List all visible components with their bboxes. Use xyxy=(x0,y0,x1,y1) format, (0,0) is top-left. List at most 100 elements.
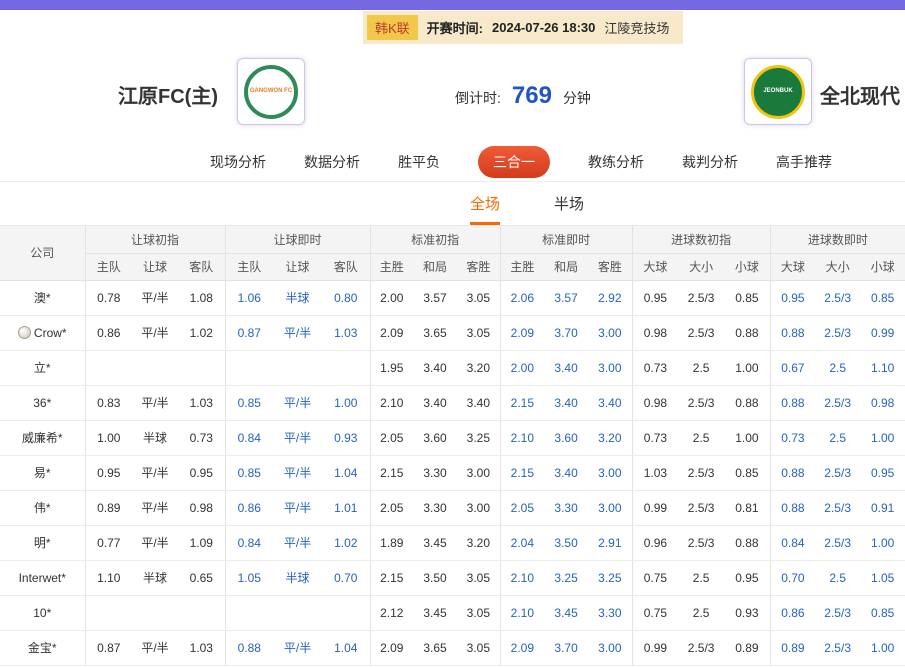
odds-cell: 2.10 xyxy=(500,595,544,630)
odds-cell: 3.30 xyxy=(588,595,632,630)
countdown: 倒计时: 769 分钟 xyxy=(455,84,591,112)
odds-cell xyxy=(132,595,178,630)
odds-cell: 0.95 xyxy=(632,280,678,315)
league-badge[interactable]: 韩K联 xyxy=(367,15,418,40)
table-row: 易*0.95平/半0.950.85平/半1.042.153.303.002.15… xyxy=(0,455,905,490)
odds-cell: 0.84 xyxy=(225,525,273,560)
odds-cell: 0.86 xyxy=(85,315,132,350)
nav-item-expert-recommendation[interactable]: 高手推荐 xyxy=(776,152,832,172)
odds-cell: 0.93 xyxy=(322,420,370,455)
odds-cell: 3.40 xyxy=(413,350,457,385)
odds-cell: 2.00 xyxy=(370,280,413,315)
nav-item-win-draw-lose[interactable]: 胜平负 xyxy=(398,152,440,172)
odds-cell: 0.98 xyxy=(632,385,678,420)
group-header-goals-initial: 进球数初指 xyxy=(632,226,770,253)
odds-cell: 3.20 xyxy=(457,525,500,560)
odds-cell: 0.89 xyxy=(724,630,770,665)
odds-cell: 平/半 xyxy=(132,630,178,665)
company-cell: 威廉希* xyxy=(0,420,85,455)
odds-cell: 0.85 xyxy=(724,280,770,315)
col-header: 和局 xyxy=(544,253,588,280)
odds-cell: 2.5/3 xyxy=(678,490,724,525)
odds-cell: 2.04 xyxy=(500,525,544,560)
table-row: 明*0.77平/半1.090.84平/半1.021.893.453.202.04… xyxy=(0,525,905,560)
odds-cell: 1.00 xyxy=(724,420,770,455)
odds-cell: 3.40 xyxy=(413,385,457,420)
group-header-goals-live: 进球数即时 xyxy=(770,226,905,253)
odds-cell: 0.87 xyxy=(85,630,132,665)
odds-cell: 3.30 xyxy=(413,490,457,525)
company-cell: 伟* xyxy=(0,490,85,525)
company-cell: 10* xyxy=(0,595,85,630)
odds-cell: 3.00 xyxy=(588,455,632,490)
odds-cell: 3.65 xyxy=(413,630,457,665)
away-team-name: 全北现代 xyxy=(820,80,900,109)
odds-cell: 0.70 xyxy=(770,560,815,595)
nav-item-referee-analysis[interactable]: 裁判分析 xyxy=(682,152,738,172)
company-column-header: 公司 xyxy=(0,226,85,280)
odds-cell: 2.05 xyxy=(370,490,413,525)
main-nav: 现场分析 数据分析 胜平负 三合一 教练分析 裁判分析 高手推荐 xyxy=(0,142,905,182)
col-header: 让球 xyxy=(273,253,322,280)
odds-cell: 0.81 xyxy=(724,490,770,525)
countdown-value: 769 xyxy=(506,82,558,110)
countdown-unit: 分钟 xyxy=(563,88,591,108)
col-header: 主胜 xyxy=(500,253,544,280)
col-header: 主胜 xyxy=(370,253,413,280)
odds-cell xyxy=(132,350,178,385)
table-row: 立*1.953.403.202.003.403.000.732.51.000.6… xyxy=(0,350,905,385)
nav-item-live-analysis[interactable]: 现场分析 xyxy=(210,152,266,172)
odds-cell: 1.00 xyxy=(322,385,370,420)
odds-cell: 1.03 xyxy=(178,630,225,665)
odds-cell: 0.98 xyxy=(860,385,905,420)
col-header: 和局 xyxy=(413,253,457,280)
table-row: 威廉希*1.00半球0.730.84平/半0.932.053.603.252.1… xyxy=(0,420,905,455)
nav-item-data-analysis[interactable]: 数据分析 xyxy=(304,152,360,172)
odds-cell xyxy=(178,350,225,385)
odds-cell: 3.00 xyxy=(588,630,632,665)
odds-cell: 2.15 xyxy=(500,455,544,490)
odds-cell: 2.5/3 xyxy=(815,315,860,350)
company-cell: 澳* xyxy=(0,280,85,315)
nav-item-coach-analysis[interactable]: 教练分析 xyxy=(588,152,644,172)
page: 韩K联 开赛时间: 2024-07-26 18:30 江陵竞技场 江原FC(主)… xyxy=(0,0,905,666)
odds-cell: 0.88 xyxy=(724,525,770,560)
sub-header-row: 主队 让球 客队 主队 让球 客队 主胜 和局 客胜 主胜 和局 客胜 大球 大… xyxy=(0,253,905,280)
odds-cell: 0.67 xyxy=(770,350,815,385)
odds-cell: 2.09 xyxy=(500,630,544,665)
odds-cell: 0.95 xyxy=(860,455,905,490)
odds-cell: 0.91 xyxy=(860,490,905,525)
odds-cell: 2.15 xyxy=(500,385,544,420)
odds-cell: 3.57 xyxy=(413,280,457,315)
odds-cell: 0.65 xyxy=(178,560,225,595)
odds-cell: 1.00 xyxy=(85,420,132,455)
odds-cell: 2.5/3 xyxy=(815,455,860,490)
odds-cell: 2.5/3 xyxy=(678,630,724,665)
odds-cell: 2.5 xyxy=(815,420,860,455)
odds-cell: 0.85 xyxy=(724,455,770,490)
odds-cell: 1.89 xyxy=(370,525,413,560)
odds-cell: 0.84 xyxy=(770,525,815,560)
odds-cell: 3.00 xyxy=(588,315,632,350)
odds-cell: 半球 xyxy=(273,560,322,595)
match-info-bar: 韩K联 开赛时间: 2024-07-26 18:30 江陵竞技场 xyxy=(363,11,683,44)
match-header: 江原FC(主) GANGWON FC 倒计时: 769 分钟 JEONBUK 全… xyxy=(0,44,905,142)
away-team-logo: JEONBUK xyxy=(744,58,812,125)
odds-cell: 3.45 xyxy=(544,595,588,630)
odds-cell: 0.73 xyxy=(632,350,678,385)
odds-cell: 0.85 xyxy=(860,595,905,630)
odds-cell: 3.40 xyxy=(544,350,588,385)
col-header: 客胜 xyxy=(457,253,500,280)
odds-cell: 1.05 xyxy=(225,560,273,595)
nav-item-three-in-one[interactable]: 三合一 xyxy=(478,146,550,178)
odds-cell: 2.5 xyxy=(678,595,724,630)
col-header: 客队 xyxy=(178,253,225,280)
tab-half-match[interactable]: 半场 xyxy=(554,193,584,225)
odds-cell xyxy=(225,595,273,630)
col-header: 大球 xyxy=(632,253,678,280)
odds-cell: 3.45 xyxy=(413,525,457,560)
odds-cell: 3.30 xyxy=(413,455,457,490)
tab-full-match[interactable]: 全场 xyxy=(470,193,500,225)
odds-cell: 2.92 xyxy=(588,280,632,315)
table-row: 36*0.83平/半1.030.85平/半1.002.103.403.402.1… xyxy=(0,385,905,420)
